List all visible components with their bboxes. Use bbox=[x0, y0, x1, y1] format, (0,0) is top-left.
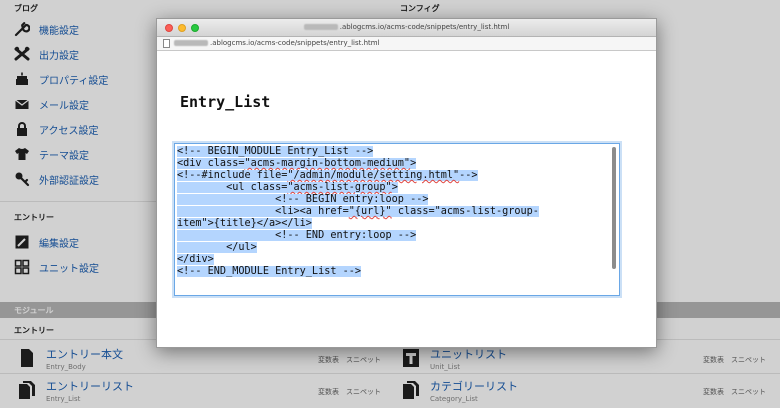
redacted-host bbox=[174, 40, 208, 46]
snippet-code: <!-- BEGIN_MODULE Entry_List --> <div cla… bbox=[177, 146, 609, 278]
code-line: item">{title}</a></li> bbox=[177, 218, 312, 229]
redacted-host bbox=[303, 24, 338, 30]
window-title: .ablogcms.io/acms-code/snippets/entry_li… bbox=[157, 23, 656, 31]
scrollbar-thumb[interactable] bbox=[612, 147, 616, 269]
code-line: <!--#include file="/admin/module/setting… bbox=[177, 170, 478, 181]
scrollbar[interactable] bbox=[610, 145, 618, 294]
page-icon bbox=[163, 39, 170, 48]
code-line: </ul> bbox=[177, 242, 257, 253]
code-line: <div class="acms-margin-bottom-medium"> bbox=[177, 158, 417, 169]
url-text: .ablogcms.io/acms-code/snippets/entry_li… bbox=[210, 39, 380, 47]
window-titlebar[interactable]: .ablogcms.io/acms-code/snippets/entry_li… bbox=[157, 19, 656, 37]
window-title-text: .ablogcms.io/acms-code/snippets/entry_li… bbox=[339, 23, 510, 31]
url-bar[interactable]: .ablogcms.io/acms-code/snippets/entry_li… bbox=[157, 37, 656, 51]
code-line: </div> bbox=[177, 254, 214, 265]
snippet-popup-window: .ablogcms.io/acms-code/snippets/entry_li… bbox=[156, 18, 657, 348]
snippet-heading: Entry_List bbox=[180, 93, 271, 111]
snippet-code-textarea[interactable]: <!-- BEGIN_MODULE Entry_List --> <div cla… bbox=[174, 143, 620, 296]
code-line: <ul class="acms-list-group"> bbox=[177, 182, 398, 193]
code-line: <!-- END entry:loop --> bbox=[177, 230, 417, 241]
code-line: <li><a href="{url}" class="acms-list-gro… bbox=[177, 206, 539, 217]
url-field[interactable]: .ablogcms.io/acms-code/snippets/entry_li… bbox=[174, 39, 380, 47]
code-line: <!-- BEGIN entry:loop --> bbox=[177, 194, 429, 205]
code-line: <!-- END_MODULE Entry_List --> bbox=[177, 266, 362, 277]
code-line: <!-- BEGIN_MODULE Entry_List --> bbox=[177, 146, 374, 157]
